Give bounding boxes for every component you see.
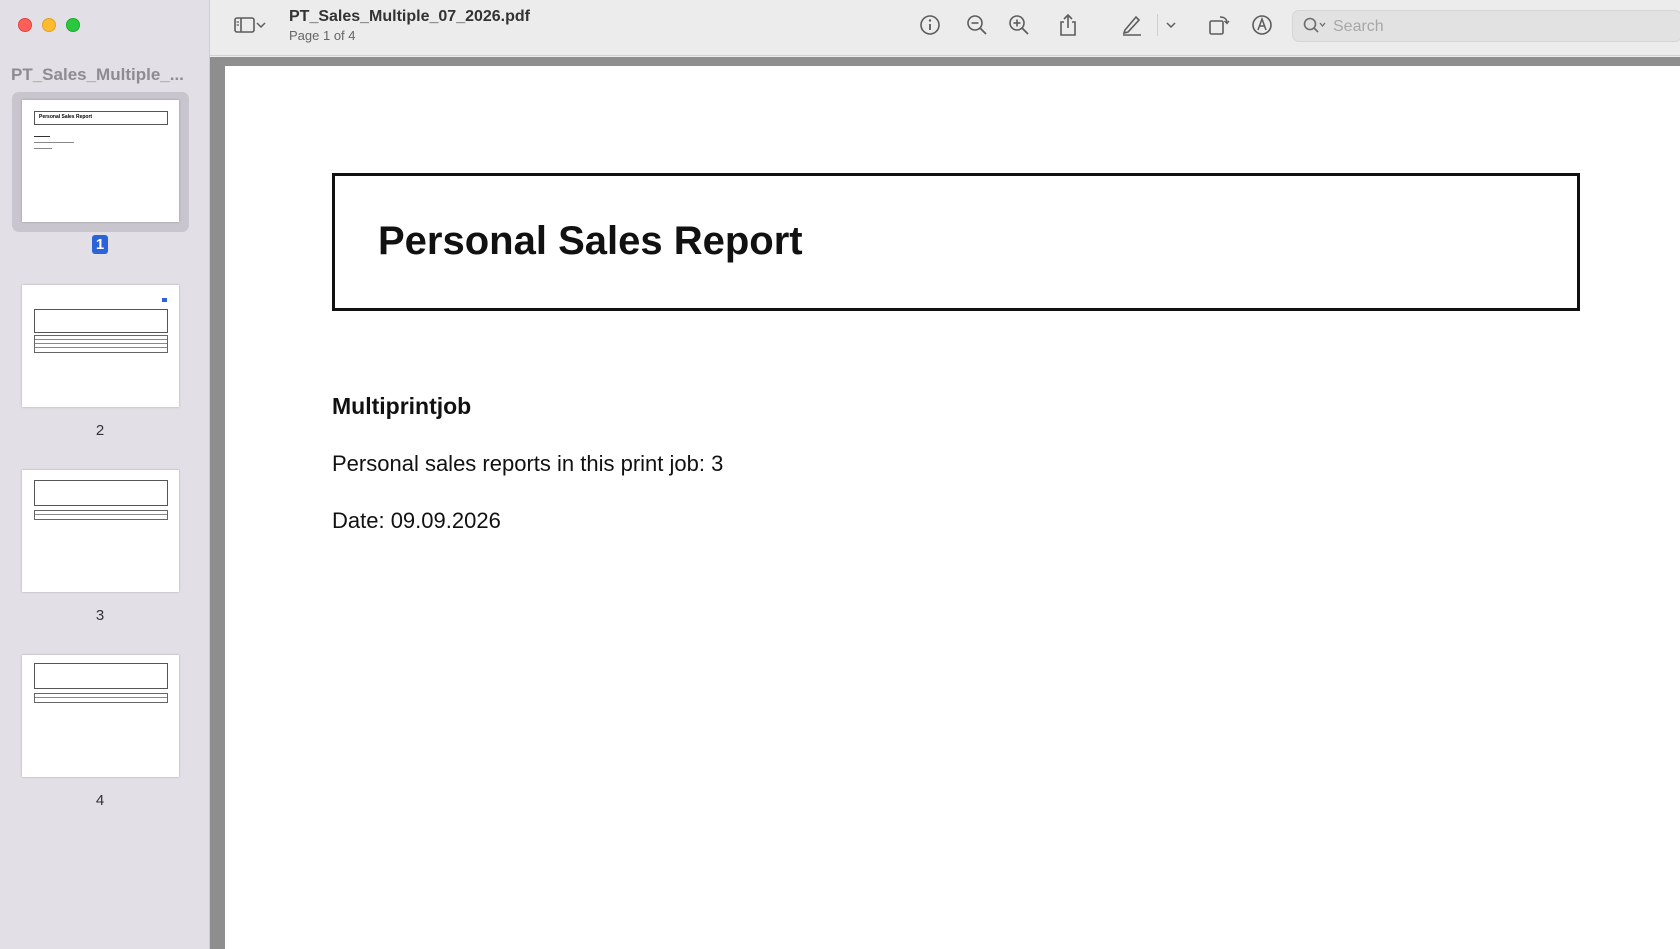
thumb-line xyxy=(34,136,50,137)
page-thumbnail-4[interactable] xyxy=(22,655,179,777)
search-placeholder: Search xyxy=(1333,18,1384,35)
chevron-down-icon[interactable] xyxy=(1163,12,1179,38)
thumb-table xyxy=(34,335,168,353)
zoom-window-button[interactable] xyxy=(66,18,80,32)
rotate-icon[interactable] xyxy=(1206,12,1232,38)
thumb-mini-title: Personal Sales Report xyxy=(39,114,93,120)
pdf-page: Personal Sales Report Multiprintjob Pers… xyxy=(225,66,1680,949)
toolbar: PT_Sales_Multiple_07_2026.pdf Page 1 of … xyxy=(210,0,1680,56)
thumbnail-sidebar: PT_Sales_Multiple_... Personal Sales Rep… xyxy=(0,0,210,949)
thumb-table xyxy=(34,693,168,703)
thumb-info-box xyxy=(34,663,168,689)
thumb-title-box: Personal Sales Report xyxy=(34,111,168,125)
document-view[interactable]: Personal Sales Report Multiprintjob Pers… xyxy=(210,57,1680,949)
date-text: Date: 09.09.2026 xyxy=(332,508,501,533)
zoom-in-icon[interactable] xyxy=(1006,12,1032,38)
thumbnail-number-3: 3 xyxy=(95,607,105,624)
highlight-pen-icon[interactable] xyxy=(1119,12,1145,38)
thumbnail-number-1: 1 xyxy=(0,235,200,254)
reports-count-text: Personal sales reports in this print job… xyxy=(332,451,724,476)
thumbnail-number-4: 4 xyxy=(95,792,105,809)
search-field[interactable]: Search xyxy=(1292,10,1680,42)
thumb-line xyxy=(34,148,52,149)
markup-icon[interactable] xyxy=(1249,12,1275,38)
window-controls xyxy=(18,18,80,32)
info-icon[interactable] xyxy=(917,12,943,38)
report-title: Personal Sales Report xyxy=(378,219,803,263)
thumb-info-box xyxy=(34,309,168,333)
thumb-line xyxy=(34,142,74,143)
chevron-down-icon[interactable] xyxy=(254,12,268,38)
toolbar-divider xyxy=(1157,14,1158,36)
close-window-button[interactable] xyxy=(18,18,32,32)
search-icon xyxy=(1303,17,1327,40)
thumb-table xyxy=(34,510,168,520)
report-title-box: Personal Sales Report xyxy=(332,173,1580,311)
minimize-window-button[interactable] xyxy=(42,18,56,32)
sidebar-document-title: PT_Sales_Multiple_... xyxy=(11,65,184,84)
page-thumbnail-1[interactable]: Personal Sales Report xyxy=(22,100,179,222)
zoom-out-icon[interactable] xyxy=(964,12,990,38)
thumbnail-number-2: 2 xyxy=(95,422,105,439)
section-heading: Multiprintjob xyxy=(332,393,472,419)
page-thumbnail-2[interactable] xyxy=(22,285,179,407)
thumb-logo xyxy=(162,298,167,302)
page-thumbnail-3[interactable] xyxy=(22,470,179,592)
document-title: PT_Sales_Multiple_07_2026.pdf xyxy=(289,8,530,25)
page-indicator: Page 1 of 4 xyxy=(289,28,356,43)
thumb-info-box xyxy=(34,480,168,506)
share-icon[interactable] xyxy=(1055,12,1081,38)
